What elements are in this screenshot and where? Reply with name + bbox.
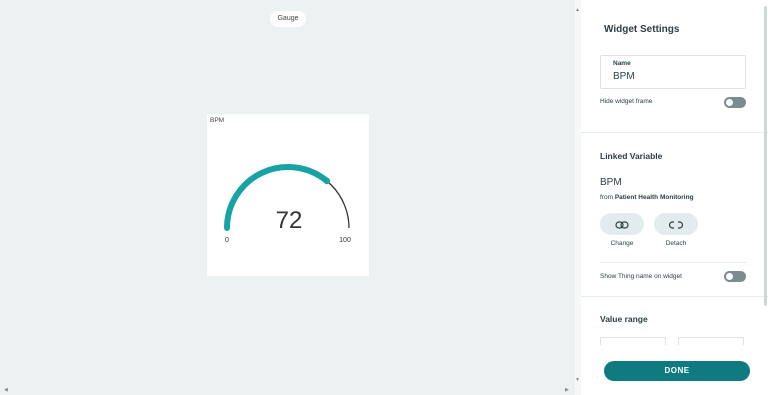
- linked-thing-text: from Patient Health Monitoring: [600, 194, 694, 201]
- linked-variable-title: Linked Variable: [600, 151, 663, 161]
- gauge-knob: [323, 177, 331, 185]
- thing-name: Patient Health Monitoring: [614, 194, 694, 201]
- scroll-down-icon[interactable]: ▼: [575, 378, 580, 383]
- show-thing-label: Show Thing name on widget: [600, 273, 682, 280]
- unlink-icon: [668, 221, 684, 229]
- panel-title: Widget Settings: [604, 24, 680, 35]
- widget-settings-panel: Widget Settings Name BPM Hide widget fra…: [581, 0, 768, 395]
- done-button[interactable]: DONE: [604, 361, 750, 381]
- detach-button[interactable]: [654, 213, 698, 235]
- inner-divider: [600, 262, 746, 263]
- panel-scrollbar[interactable]: [764, 6, 767, 306]
- panel-footer: DONE: [581, 345, 768, 395]
- show-thing-toggle[interactable]: [724, 271, 746, 282]
- value-range-title: Value range: [600, 314, 648, 324]
- gauge-value: 72: [276, 207, 303, 234]
- name-field-value[interactable]: BPM: [613, 71, 635, 82]
- dashboard-canvas[interactable]: Gauge BPM 72 0 100 ◀ ▶: [0, 0, 575, 395]
- hide-frame-toggle[interactable]: [724, 97, 746, 108]
- gauge-min-label: 0: [225, 237, 229, 244]
- name-field[interactable]: Name BPM: [600, 55, 746, 89]
- change-button[interactable]: [600, 213, 644, 235]
- section-divider: [581, 132, 768, 133]
- hide-frame-label: Hide widget frame: [600, 98, 653, 105]
- scroll-up-icon[interactable]: ▲: [575, 8, 580, 13]
- link-icon: [615, 221, 629, 229]
- section-divider-2: [581, 296, 768, 297]
- gauge-widget[interactable]: BPM 72 0 100: [207, 114, 369, 276]
- linked-variable-name: BPM: [600, 177, 622, 188]
- gauge-chart: 72 0 100: [224, 164, 351, 244]
- scroll-right-icon[interactable]: ▶: [565, 388, 569, 393]
- detach-button-label: Detach: [665, 240, 687, 247]
- gauge-max-label: 100: [339, 237, 351, 244]
- scroll-left-icon[interactable]: ◀: [4, 388, 8, 393]
- change-button-label: Change: [610, 240, 634, 247]
- name-field-label: Name: [613, 60, 631, 67]
- horizontal-scrollbar[interactable]: ◀ ▶: [0, 386, 575, 395]
- widget-type-chip: Gauge: [270, 11, 306, 27]
